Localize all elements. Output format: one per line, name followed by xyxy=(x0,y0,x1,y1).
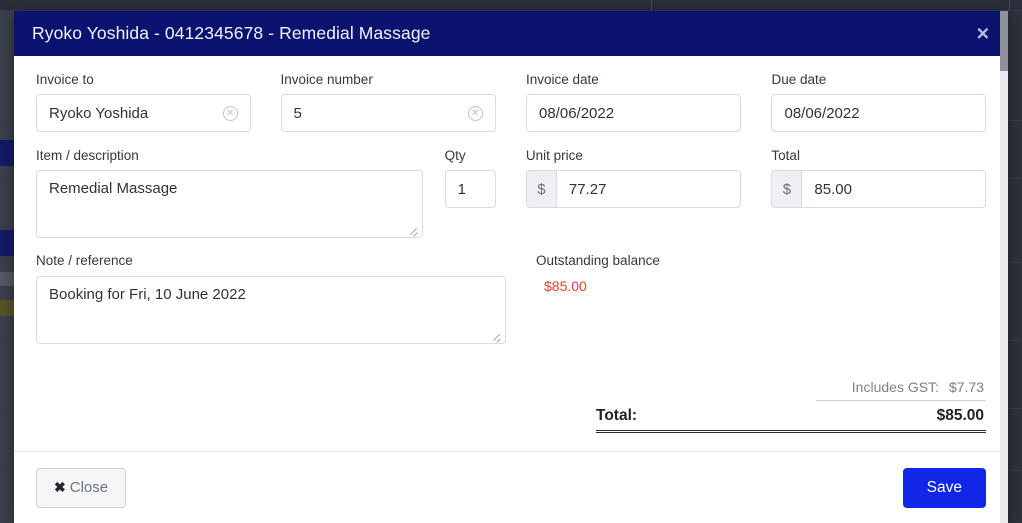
field-item-description: Item / description Remedial Massage xyxy=(36,148,445,239)
item-description-value: Remedial Massage xyxy=(49,180,178,198)
line-total-value: 85.00 xyxy=(814,180,852,198)
currency-icon: $ xyxy=(771,170,802,209)
qty-value: 1 xyxy=(457,180,466,198)
save-button[interactable]: Save xyxy=(902,467,986,508)
gst-label: Includes GST: xyxy=(851,379,939,395)
modal-header: Ryoko Yoshida - 0412345678 - Remedial Ma… xyxy=(14,11,1008,56)
gst-row: Includes GST: $7.73 xyxy=(816,379,986,401)
invoice-number-input[interactable]: 5 ✕ xyxy=(280,94,496,133)
grand-total-row: Total: $85.00 xyxy=(596,401,986,433)
field-invoice-date: Invoice date 08/06/2022 xyxy=(526,72,771,133)
note-reference-textarea[interactable]: Booking for Fri, 10 June 2022 xyxy=(36,275,506,344)
backdrop-topbar xyxy=(0,0,1022,11)
outstanding-balance-label: Outstanding balance xyxy=(536,253,660,269)
backdrop-row-marker xyxy=(0,140,14,166)
note-reference-value: Booking for Fri, 10 June 2022 xyxy=(49,285,246,303)
resize-handle-icon[interactable] xyxy=(409,225,419,235)
modal-footer: ✖ Close Save xyxy=(14,451,1008,523)
unit-price-input[interactable]: 77.27 xyxy=(555,170,742,209)
invoice-number-value: 5 xyxy=(293,104,302,122)
backdrop-column-divider xyxy=(651,0,652,11)
item-description-textarea[interactable]: Remedial Massage xyxy=(36,170,423,239)
currency-icon: $ xyxy=(525,170,556,209)
unit-price-label: Unit price xyxy=(525,148,583,164)
outstanding-balance-value: $85.00 xyxy=(544,277,587,294)
due-date-input[interactable]: 08/06/2022 xyxy=(771,94,986,133)
modal-scrollbar-track[interactable] xyxy=(1000,11,1008,523)
field-note-reference: Note / reference Booking for Fri, 10 Jun… xyxy=(36,253,536,344)
grand-total-value: $85.00 xyxy=(936,407,984,424)
invoice-number-label: Invoice number xyxy=(280,72,373,87)
invoice-date-input[interactable]: 08/06/2022 xyxy=(526,94,742,133)
backdrop-row-marker xyxy=(0,230,14,256)
close-x-icon: ✖ xyxy=(54,479,66,495)
due-date-value: 08/06/2022 xyxy=(784,104,860,122)
form-row-details: Invoice to Ryoko Yoshida ✕ Invoice numbe… xyxy=(36,72,986,133)
due-date-label: Due date xyxy=(771,72,827,87)
outstanding-balance: Outstanding balance $85.00 xyxy=(536,253,836,343)
totals-block: Includes GST: $7.73 Total: $85.00 xyxy=(596,379,986,433)
invoice-modal: Ryoko Yoshida - 0412345678 - Remedial Ma… xyxy=(14,11,1008,523)
backdrop-row-marker xyxy=(0,272,14,286)
qty-label: Qty xyxy=(444,148,466,164)
line-total-group: $ 85.00 xyxy=(771,170,986,209)
invoice-date-label: Invoice date xyxy=(526,72,599,87)
invoice-to-value: Ryoko Yoshida xyxy=(49,104,149,122)
qty-input[interactable]: 1 xyxy=(444,170,496,209)
modal-scrollbar-thumb[interactable] xyxy=(1000,11,1008,71)
invoice-to-input[interactable]: Ryoko Yoshida ✕ xyxy=(36,94,251,133)
note-reference-label: Note / reference xyxy=(36,253,133,269)
line-total-input[interactable]: 85.00 xyxy=(801,170,986,209)
modal-body: Invoice to Ryoko Yoshida ✕ Invoice numbe… xyxy=(14,56,1008,451)
form-row-note: Note / reference Booking for Fri, 10 Jun… xyxy=(36,253,986,344)
line-total-label: Total xyxy=(771,148,800,164)
close-icon[interactable]: ✕ xyxy=(976,25,990,42)
resize-handle-icon[interactable] xyxy=(492,331,502,341)
backdrop-left-strip xyxy=(0,11,14,523)
gst-value: $7.73 xyxy=(948,379,984,395)
backdrop-column-divider xyxy=(1009,0,1010,11)
field-qty: Qty 1 xyxy=(444,148,526,238)
modal-title: Ryoko Yoshida - 0412345678 - Remedial Ma… xyxy=(32,23,431,43)
field-due-date: Due date 08/06/2022 xyxy=(771,72,986,133)
invoice-to-label: Invoice to xyxy=(36,72,94,87)
field-line-total: Total $ 85.00 xyxy=(771,148,986,238)
backdrop-row-marker xyxy=(0,300,14,316)
field-invoice-number: Invoice number 5 ✕ xyxy=(280,72,526,133)
item-description-label: Item / description xyxy=(36,148,139,164)
clear-icon[interactable]: ✕ xyxy=(468,105,483,121)
grand-total-label: Total: xyxy=(596,407,638,424)
field-invoice-to: Invoice to Ryoko Yoshida ✕ xyxy=(36,72,281,133)
close-button[interactable]: ✖ Close xyxy=(36,467,127,508)
form-row-line-item: Item / description Remedial Massage Qty … xyxy=(36,148,986,239)
field-unit-price: Unit price $ 77.27 xyxy=(525,148,772,238)
clear-icon[interactable]: ✕ xyxy=(222,105,238,121)
unit-price-value: 77.27 xyxy=(568,180,607,198)
invoice-date-value: 08/06/2022 xyxy=(539,104,615,122)
unit-price-group: $ 77.27 xyxy=(525,170,742,209)
close-button-label: Close xyxy=(69,479,109,496)
